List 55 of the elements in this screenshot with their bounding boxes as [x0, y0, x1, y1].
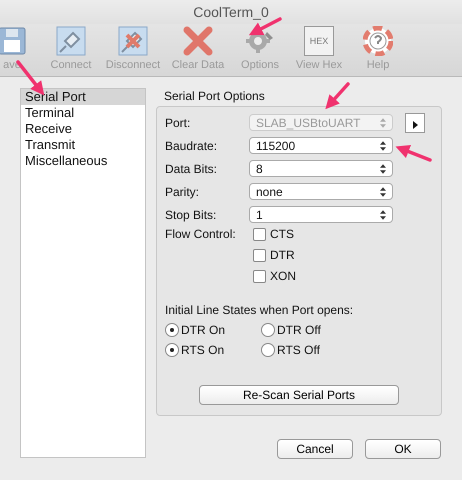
toolbar-label: Help	[366, 59, 390, 71]
stepper-arrows-icon	[380, 210, 386, 220]
radio-button[interactable]	[261, 323, 275, 337]
toolbar-label: Disconnect	[106, 59, 160, 71]
triangle-right-icon	[412, 120, 418, 128]
close-icon[interactable]	[183, 26, 213, 56]
radio-button[interactable]	[165, 343, 179, 357]
plug-icon[interactable]	[56, 26, 86, 56]
checkbox[interactable]	[253, 228, 266, 240]
group-title: Serial Port Options	[164, 89, 265, 103]
radio-label: DTR Off	[277, 323, 321, 337]
radio-label: DTR On	[181, 323, 226, 337]
category-item[interactable]: Transmit	[21, 137, 145, 153]
category-item[interactable]: Receive	[21, 121, 145, 137]
toolbar-label: Options	[241, 59, 279, 71]
stepper-arrows-icon	[380, 164, 386, 174]
stepper-arrows-icon	[380, 118, 386, 128]
section-label: Initial Line States when Port opens:	[165, 303, 354, 317]
checkbox-label: XON	[270, 269, 296, 283]
category-item[interactable]: Miscellaneous	[21, 153, 145, 169]
field-label: Port:	[165, 116, 192, 130]
dropdown[interactable]: 1	[249, 206, 393, 223]
help-icon[interactable]	[363, 26, 393, 56]
rescan-button[interactable]: Re-Scan Serial Ports	[199, 385, 399, 405]
dialog-button[interactable]: Cancel	[277, 439, 353, 459]
toolbar-label: Connect	[50, 59, 92, 71]
hex-icon[interactable]: HEX	[304, 26, 334, 56]
field-label: Baudrate:	[165, 138, 218, 152]
annotation-arrow	[325, 82, 350, 110]
toolbar-label: View Hex	[296, 59, 342, 71]
radio-label: RTS Off	[277, 343, 320, 357]
dropdown[interactable]: 8	[249, 160, 393, 177]
checkbox-label: DTR	[270, 248, 295, 262]
checkbox[interactable]	[253, 248, 266, 262]
radio-button[interactable]	[165, 323, 179, 337]
stepper-arrows-icon	[380, 140, 386, 150]
radio-label: RTS On	[181, 343, 224, 357]
radio-button[interactable]	[261, 343, 275, 357]
toolbar-label: Clear Data	[172, 59, 224, 71]
field-label: Flow Control:	[165, 227, 237, 243]
field-label: Stop Bits:	[165, 208, 218, 222]
stepper-arrows-icon	[380, 186, 386, 196]
field-label: Parity:	[165, 184, 200, 198]
window-title: CoolTerm_0	[193, 4, 269, 20]
annotation-arrow	[395, 145, 432, 162]
unplug-icon[interactable]	[118, 26, 148, 56]
field-label: Data Bits:	[165, 162, 218, 176]
category-item[interactable]: Serial Port	[21, 89, 145, 105]
expand-button[interactable]	[405, 112, 425, 132]
checkbox-label: CTS	[270, 227, 294, 241]
category-item[interactable]: Terminal	[21, 105, 145, 121]
dialog-button[interactable]: OK	[365, 439, 441, 459]
dropdown[interactable]: 115200	[249, 137, 393, 154]
checkbox[interactable]	[253, 270, 266, 282]
dropdown[interactable]: none	[249, 183, 393, 200]
